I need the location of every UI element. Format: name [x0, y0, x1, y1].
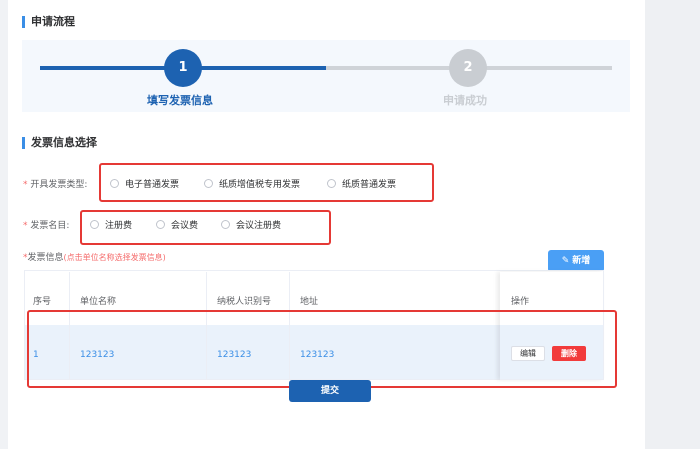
steps-container — [22, 40, 630, 112]
radio-label: 纸质普通发票 — [342, 180, 397, 190]
step-1-circle: 1 — [164, 49, 202, 87]
invoice-type-label-text: 开具发票类型: — [30, 180, 88, 190]
radio-label: 纸质增值税专用发票 — [219, 180, 301, 190]
table-row-highlight — [27, 310, 617, 388]
process-title-text: 申请流程 — [31, 15, 75, 28]
radio-circle — [327, 179, 336, 188]
add-invoice-button[interactable]: ✎ 新增 — [548, 250, 604, 272]
step-1-label: 填写发票信息 — [147, 94, 213, 107]
invoice-info-label: *发票信息(点击单位名称选择发票信息) — [23, 252, 166, 264]
radio-circle — [156, 220, 165, 229]
radio-circle — [90, 220, 99, 229]
radio-paper-invoice[interactable]: 纸质普通发票 — [327, 179, 396, 191]
radio-electronic-invoice[interactable]: 电子普通发票 — [110, 179, 179, 191]
radio-vat-special-invoice[interactable]: 纸质增值税专用发票 — [204, 179, 300, 191]
invoice-info-hint: (点击单位名称选择发票信息) — [63, 253, 166, 262]
radio-label: 注册费 — [105, 221, 133, 231]
required-mark: * — [23, 180, 28, 190]
invoice-name-label: * 发票名目: — [23, 220, 69, 232]
invoice-info-label-text: 发票信息 — [27, 253, 64, 263]
invoice-name-label-text: 发票名目: — [30, 221, 70, 231]
radio-label: 电子普通发票 — [125, 180, 180, 190]
add-button-label: 新增 — [572, 256, 591, 266]
process-section-title: 申请流程 — [22, 15, 75, 29]
submit-button[interactable]: 提交 — [289, 380, 371, 402]
radio-circle — [204, 179, 213, 188]
header-actions: 操作 — [511, 297, 530, 307]
radio-circle — [221, 220, 230, 229]
header-company: 单位名称 — [80, 297, 117, 307]
right-gutter — [645, 0, 700, 449]
header-tax-id: 纳税人识别号 — [217, 297, 272, 307]
radio-conference-registration-fee[interactable]: 会议注册费 — [221, 220, 281, 232]
radio-circle — [110, 179, 119, 188]
header-index: 序号 — [33, 297, 52, 307]
radio-conference-fee[interactable]: 会议费 — [156, 220, 198, 232]
required-mark: * — [23, 221, 28, 231]
invoice-title-text: 发票信息选择 — [31, 136, 97, 149]
radio-registration-fee[interactable]: 注册费 — [90, 220, 132, 232]
header-address: 地址 — [300, 297, 319, 307]
radio-label: 会议费 — [171, 221, 199, 231]
step-2-label: 申请成功 — [443, 94, 487, 107]
section-marker — [22, 16, 25, 28]
radio-label: 会议注册费 — [236, 221, 282, 231]
edit-square-icon: ✎ — [561, 256, 570, 266]
step-2-circle: 2 — [449, 49, 487, 87]
section-marker — [22, 137, 25, 149]
invoice-type-label: * 开具发票类型: — [23, 179, 87, 191]
invoice-section-title: 发票信息选择 — [22, 136, 97, 150]
